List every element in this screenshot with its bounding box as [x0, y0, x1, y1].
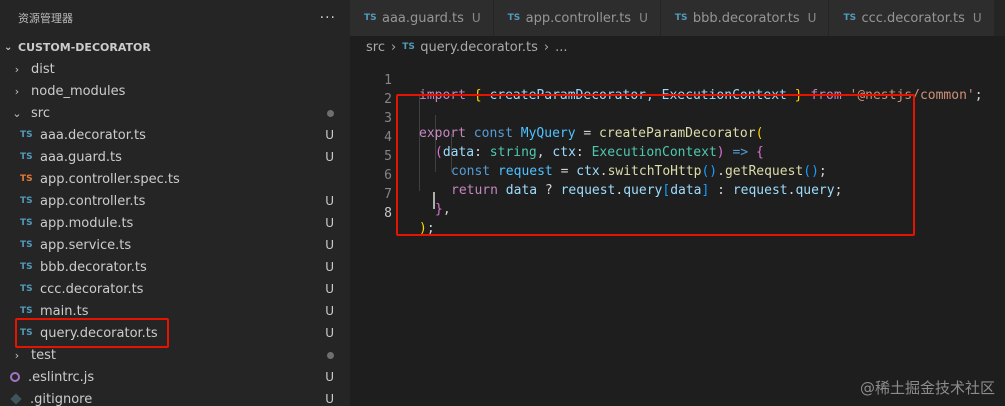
editor-tab[interactable]: TS aaa.guard.ts U: [350, 0, 494, 36]
breadcrumb-folder[interactable]: src: [366, 40, 385, 55]
git-status-badge: U: [325, 194, 334, 208]
tab-label: bbb.decorator.ts: [692, 10, 800, 26]
tab-label: app.controller.ts: [525, 10, 632, 26]
tree-item-label: .eslintrc.js: [28, 369, 95, 385]
typescript-icon: TS: [20, 240, 33, 250]
git-status-badge: U: [325, 238, 334, 252]
git-status-badge: U: [325, 282, 334, 296]
chevron-right-icon: ›: [14, 348, 20, 362]
typescript-icon: TS: [20, 152, 33, 162]
tree-item-label: .gitignore: [30, 391, 93, 406]
file-item[interactable]: .gitignore U: [0, 388, 350, 406]
file-item[interactable]: TS app.controller.ts U: [0, 190, 350, 212]
git-icon: [10, 393, 22, 405]
file-item[interactable]: .eslintrc.js U: [0, 366, 350, 388]
file-tree: › dist › node_modules ⌄ src TS aaa.decorator.ts…: [0, 58, 350, 406]
typescript-icon: TS: [674, 13, 688, 23]
tree-item-label: app.controller.spec.ts: [40, 171, 180, 187]
folder-item[interactable]: › dist: [0, 58, 350, 80]
tree-item-label: aaa.guard.ts: [40, 149, 122, 165]
project-name: CUSTOM-DECORATOR: [18, 40, 151, 54]
editor-tab[interactable]: TS app.controller.ts U: [493, 0, 661, 36]
git-status-badge: U: [325, 304, 334, 318]
modified-dot-icon: [327, 351, 334, 359]
file-item[interactable]: TS app.module.ts U: [0, 212, 350, 234]
tree-item-label: ccc.decorator.ts: [40, 281, 144, 297]
typescript-icon: TS: [20, 262, 33, 272]
tree-item-label: src: [31, 105, 50, 121]
folder-item[interactable]: ⌄ src: [0, 102, 350, 124]
typescript-icon: TS: [20, 130, 33, 140]
code-line-1: 1 import { createParamDecorator, Executi…: [350, 58, 1005, 103]
highlight-box-code: [396, 94, 915, 236]
typescript-icon: TS: [20, 196, 33, 206]
tree-item-label: app.controller.ts: [40, 193, 146, 209]
file-item[interactable]: TS bbb.decorator.ts U: [0, 256, 350, 278]
tab-label: ccc.decorator.ts: [861, 10, 965, 26]
highlight-box-query-file: [15, 318, 169, 348]
tree-item-label: test: [31, 347, 56, 363]
eslint-icon: [10, 372, 20, 382]
chevron-down-icon: ⌄: [12, 106, 22, 120]
git-status-badge: U: [325, 128, 334, 142]
git-status-badge: U: [325, 326, 334, 340]
typescript-icon: TS: [364, 13, 377, 23]
tree-item-label: node_modules: [31, 83, 126, 99]
file-item[interactable]: TS app.service.ts U: [0, 234, 350, 256]
folder-item[interactable]: › node_modules: [0, 80, 350, 102]
editor-tab[interactable]: TS ccc.decorator.ts U: [829, 0, 995, 36]
breadcrumb: src › TS query.decorator.ts › ...: [350, 36, 1005, 58]
tree-item-label: app.module.ts: [40, 215, 134, 231]
chevron-right-icon: ›: [14, 84, 20, 98]
git-status-badge: U: [325, 370, 334, 384]
typescript-icon: TS: [843, 13, 857, 23]
typescript-icon: TS: [507, 13, 521, 23]
tree-item-label: main.ts: [40, 303, 89, 319]
git-status-badge: U: [325, 150, 334, 164]
breadcrumb-symbol[interactable]: ...: [555, 40, 567, 55]
tab-status-badge: U: [972, 11, 982, 25]
tab-status-badge: U: [807, 11, 817, 25]
chevron-down-icon: ⌄: [4, 41, 13, 53]
project-root[interactable]: ⌄ CUSTOM-DECORATOR: [0, 36, 350, 58]
explorer-header: 资源管理器 ···: [0, 0, 350, 36]
explorer-sidebar: 资源管理器 ··· ⌄ CUSTOM-DECORATOR › dist › node_…: [0, 0, 350, 406]
tree-item-label: app.service.ts: [40, 237, 132, 253]
git-status-badge: U: [325, 392, 334, 406]
tab-status-badge: U: [639, 11, 648, 25]
typescript-icon: TS: [20, 284, 33, 294]
git-status-badge: U: [325, 260, 334, 274]
breadcrumb-file[interactable]: query.decorator.ts: [420, 40, 538, 55]
tab-label: aaa.guard.ts: [382, 10, 464, 26]
tree-item-label: aaa.decorator.ts: [40, 127, 146, 143]
file-item[interactable]: TS aaa.decorator.ts U: [0, 124, 350, 146]
chevron-right-icon: ›: [543, 39, 550, 55]
git-status-badge: U: [325, 216, 334, 230]
typescript-icon: TS: [20, 218, 33, 228]
line-number: 8: [384, 206, 392, 221]
chevron-right-icon: ›: [14, 62, 20, 76]
file-item[interactable]: TS ccc.decorator.ts U: [0, 278, 350, 300]
watermark: @稀土掘金技术社区: [859, 379, 995, 397]
typescript-icon: TS: [20, 306, 33, 316]
tab-status-badge: U: [471, 11, 481, 25]
file-item[interactable]: TS app.controller.spec.ts: [0, 168, 350, 190]
tab-bar: TS aaa.guard.ts U TS app.controller.ts U TS bbb…: [350, 0, 1005, 36]
modified-dot-icon: [327, 109, 334, 117]
chevron-right-icon: ›: [390, 39, 397, 55]
editor-tab[interactable]: TS bbb.decorator.ts U: [660, 0, 830, 36]
file-item[interactable]: TS aaa.guard.ts U: [0, 146, 350, 168]
typescript-icon: TS: [20, 174, 33, 184]
more-actions-icon[interactable]: ···: [320, 10, 336, 26]
typescript-icon: TS: [402, 42, 415, 52]
tree-item-label: dist: [31, 61, 55, 77]
explorer-title: 资源管理器: [18, 12, 73, 25]
tree-item-label: bbb.decorator.ts: [40, 259, 147, 275]
